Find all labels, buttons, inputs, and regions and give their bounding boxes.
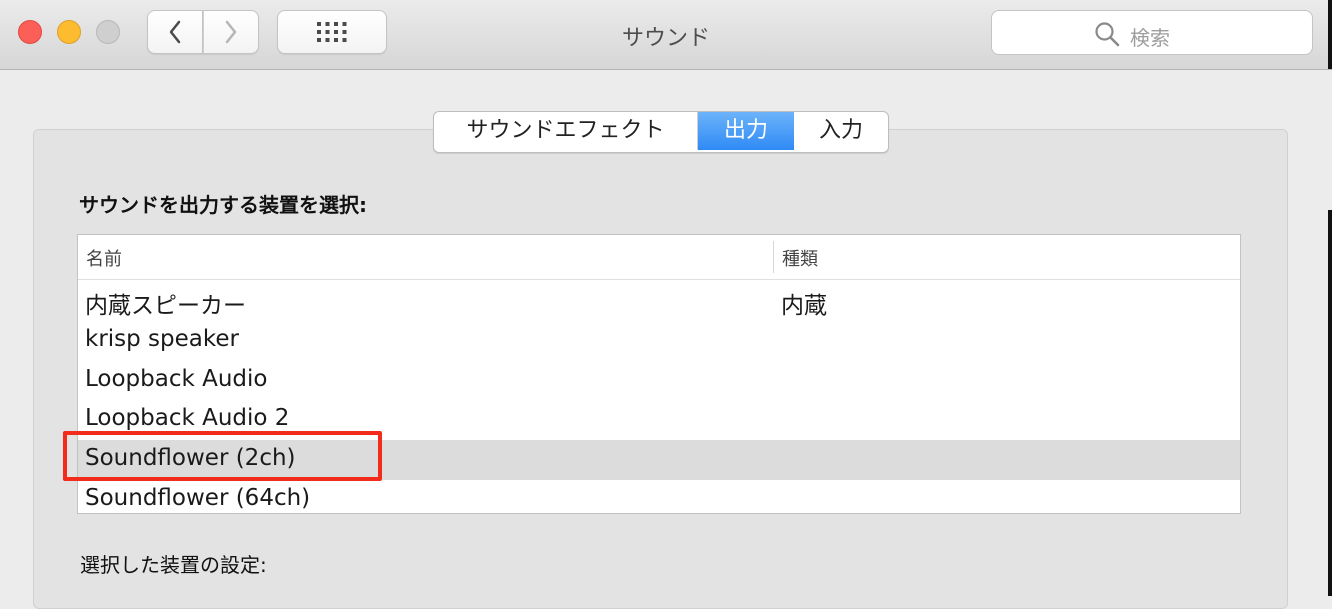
tab-bar: サウンドエフェクト 出力 入力 bbox=[433, 111, 889, 153]
tab-input[interactable]: 入力 bbox=[794, 112, 888, 150]
annotation-highlight-box bbox=[63, 431, 382, 481]
device-name: krisp speaker bbox=[85, 326, 239, 352]
device-name: Soundflower (64ch) bbox=[85, 485, 311, 511]
title-bar: サウンド 検索 bbox=[0, 0, 1332, 70]
device-name: Loopback Audio bbox=[85, 366, 268, 392]
column-divider[interactable] bbox=[773, 241, 774, 273]
device-name: Loopback Audio 2 bbox=[85, 405, 290, 431]
window-edge bbox=[1328, 0, 1332, 69]
tab-output[interactable]: 出力 bbox=[698, 112, 794, 150]
column-header-name[interactable]: 名前 bbox=[86, 245, 122, 271]
table-row[interactable]: 内蔵スピーカー 内蔵 bbox=[78, 281, 1240, 321]
device-name: 内蔵スピーカー bbox=[85, 293, 246, 319]
table-header: 名前 種類 bbox=[78, 235, 1240, 280]
output-device-heading: サウンドを出力する装置を選択: bbox=[79, 193, 367, 217]
window-edge bbox=[1328, 210, 1332, 596]
table-row[interactable]: Soundflower (64ch) bbox=[78, 480, 1240, 513]
search-field[interactable]: 検索 bbox=[991, 10, 1313, 55]
table-row[interactable]: krisp speaker bbox=[78, 321, 1240, 361]
search-icon bbox=[1095, 22, 1120, 47]
search-placeholder: 検索 bbox=[1130, 26, 1170, 50]
tab-sound-effects[interactable]: サウンドエフェクト bbox=[434, 112, 698, 150]
table-row[interactable]: Loopback Audio bbox=[78, 361, 1240, 401]
device-kind: 内蔵 bbox=[781, 293, 827, 319]
device-settings-heading: 選択した装置の設定: bbox=[80, 553, 267, 577]
column-header-kind[interactable]: 種類 bbox=[782, 245, 818, 271]
